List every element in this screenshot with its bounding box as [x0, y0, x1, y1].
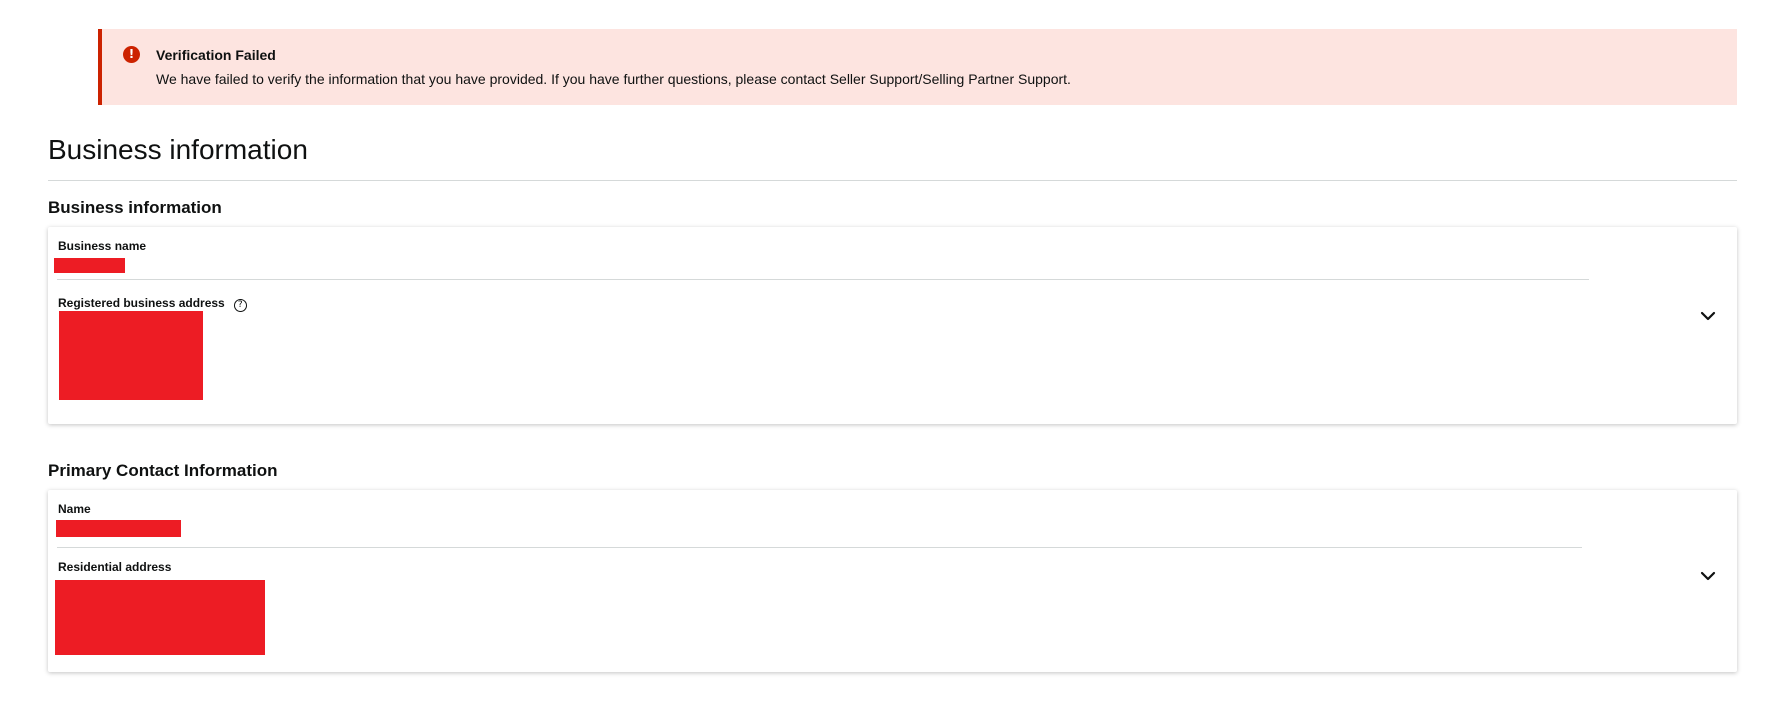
title-divider — [48, 180, 1737, 181]
business-section-heading: Business information — [48, 198, 222, 217]
chevron-down-icon[interactable] — [1695, 303, 1721, 329]
registered-address-label: Registered business address? — [58, 296, 247, 312]
residential-address-value-redacted — [55, 580, 265, 655]
exclamation-icon: ! — [123, 46, 140, 63]
residential-address-label: Residential address — [58, 560, 172, 574]
registered-address-label-text: Registered business address — [58, 296, 225, 310]
contact-name-value-redacted — [56, 520, 181, 537]
business-info-card: Business name Registered business addres… — [48, 227, 1737, 424]
page-title: Business information — [48, 134, 308, 165]
business-name-value-redacted — [54, 258, 125, 273]
alert-message: We have failed to verify the information… — [156, 71, 1071, 87]
alert-title: Verification Failed — [156, 47, 276, 63]
contact-section-heading: Primary Contact Information — [48, 461, 278, 480]
field-divider — [57, 279, 1589, 280]
registered-address-value-redacted — [59, 311, 203, 400]
contact-name-label: Name — [58, 502, 91, 516]
verification-alert: ! Verification Failed We have failed to … — [98, 29, 1737, 105]
business-name-label: Business name — [58, 239, 147, 253]
chevron-down-icon[interactable] — [1695, 563, 1721, 589]
primary-contact-card: Name Residential address — [48, 490, 1737, 672]
question-circle-icon[interactable]: ? — [233, 299, 247, 312]
field-divider — [57, 547, 1582, 548]
